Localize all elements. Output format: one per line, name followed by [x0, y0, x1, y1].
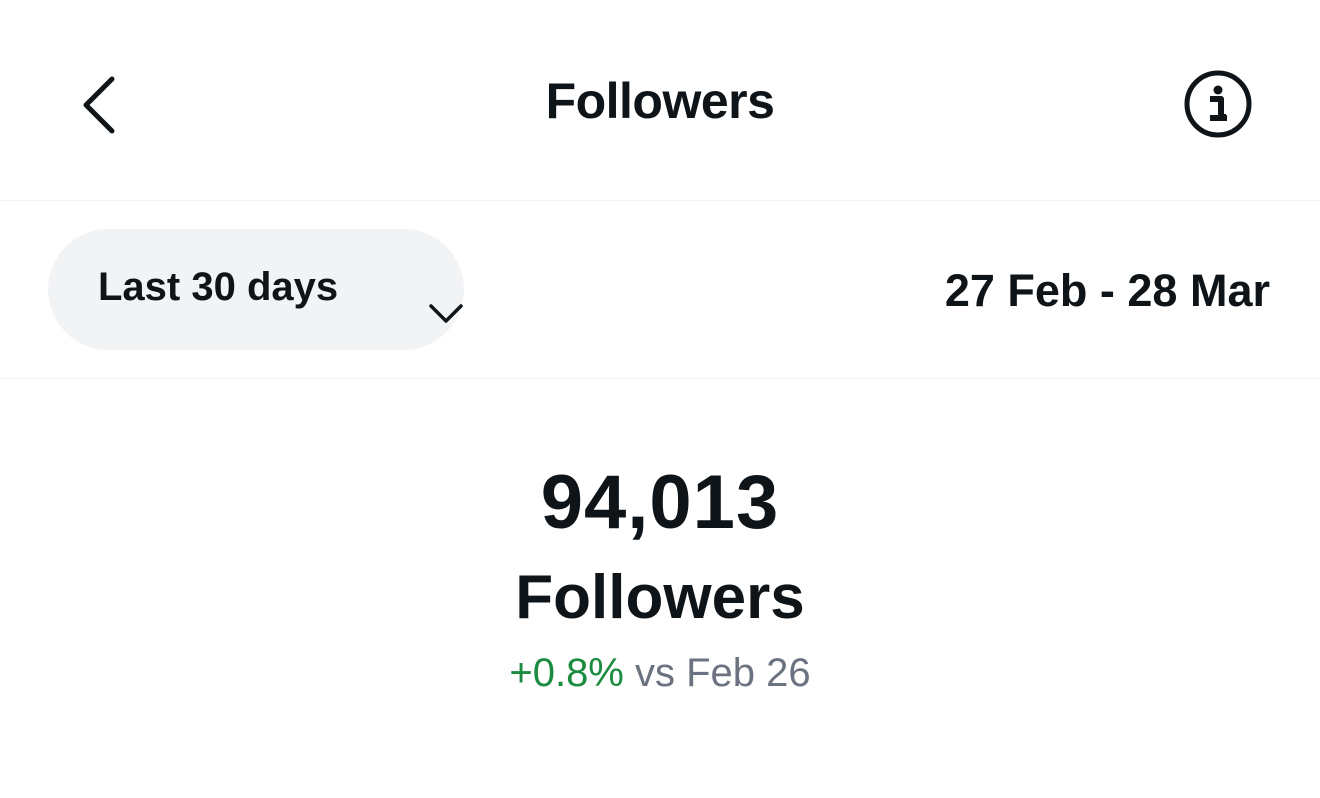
follower-count-label: Followers [515, 563, 805, 632]
chevron-down-icon [429, 304, 463, 323]
date-range-dropdown[interactable]: Last 30 days [48, 229, 464, 350]
header-bar: Followers [0, 0, 1320, 201]
change-percent: +0.8% [509, 651, 624, 695]
followers-page: Followers Last 30 days 27 Feb - 28 Mar 9… [0, 0, 1320, 798]
change-comparison: vs Feb 26 [635, 651, 811, 695]
info-circle-icon [1184, 70, 1252, 138]
date-range-dropdown-label: Last 30 days [98, 265, 339, 309]
info-button[interactable] [1180, 66, 1256, 142]
followers-summary: 94,013 Followers +0.8% vs Feb 26 [0, 379, 1320, 798]
date-range-text: 27 Feb - 28 Mar [944, 265, 1270, 316]
follower-count: 94,013 [540, 460, 780, 545]
change-indicator: +0.8% vs Feb 26 [0, 651, 1320, 696]
filter-bar: Last 30 days 27 Feb - 28 Mar [0, 201, 1320, 379]
page-title: Followers [545, 73, 775, 129]
